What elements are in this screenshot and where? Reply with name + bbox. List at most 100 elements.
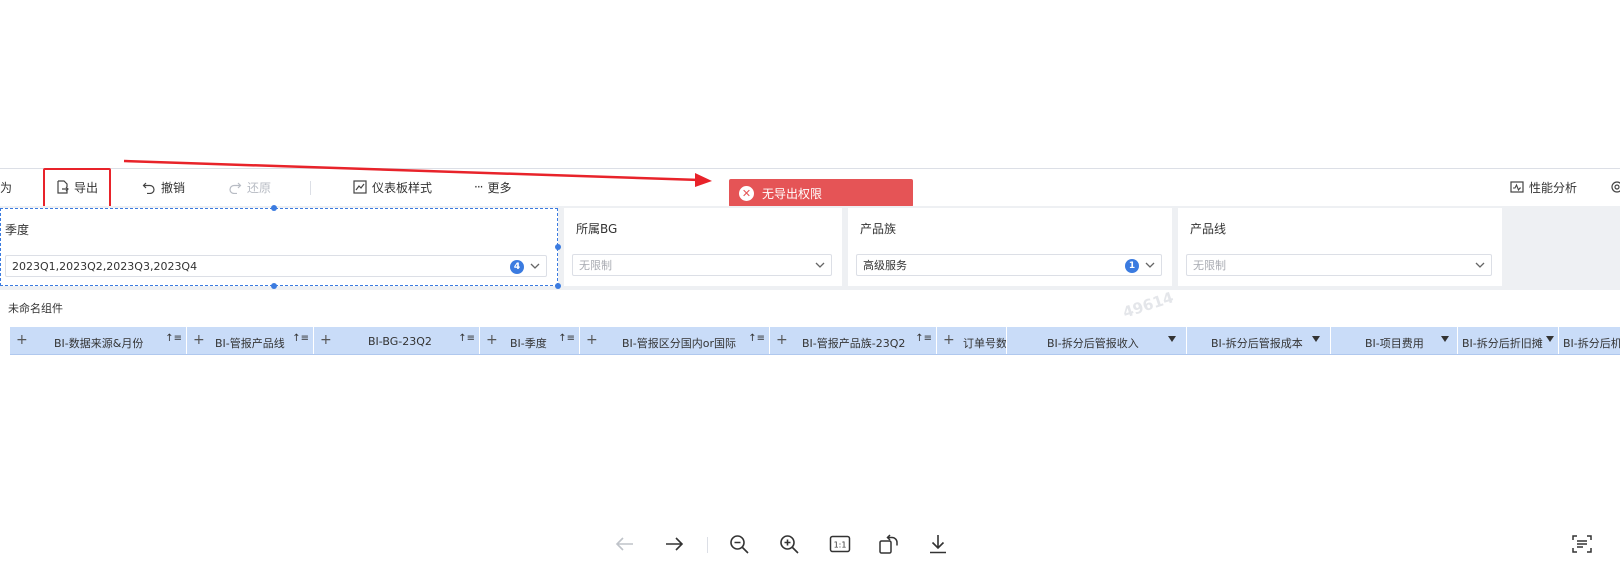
- sort-icon[interactable]: ↑≡: [915, 333, 932, 344]
- undo-label: 撤销: [161, 180, 186, 195]
- redo-button[interactable]: 还原: [228, 177, 271, 197]
- filter-title: 所属BG: [576, 222, 618, 236]
- column-label: BI-拆分后机房: [1563, 337, 1620, 350]
- component-title: 未命名组件: [8, 302, 63, 315]
- zoom-out-button[interactable]: [727, 532, 751, 556]
- column-header[interactable]: BI-拆分后管报成本: [1187, 327, 1331, 354]
- product-family-select[interactable]: 高级服务 1: [856, 254, 1162, 276]
- zoom-in-button[interactable]: [777, 532, 801, 556]
- sort-icon[interactable]: ↑≡: [292, 333, 309, 344]
- chevron-down-icon: [530, 263, 540, 269]
- column-label: BI-季度: [510, 337, 547, 350]
- dropdown-caret-icon[interactable]: [1441, 336, 1449, 342]
- expand-plus-icon[interactable]: +: [16, 333, 28, 347]
- dashboard-style-label: 仪表板样式: [372, 180, 433, 195]
- dropdown-caret-icon[interactable]: [1312, 336, 1320, 342]
- column-header[interactable]: BI-拆分后折旧摊: [1458, 327, 1559, 354]
- redo-icon: [229, 182, 242, 194]
- sort-icon[interactable]: ↑≡: [165, 333, 182, 344]
- undo-button[interactable]: 撤销: [142, 177, 185, 197]
- column-label: BI-拆分后折旧摊: [1462, 337, 1543, 350]
- export-highlight-box: [43, 168, 111, 209]
- previous-button[interactable]: [613, 532, 637, 556]
- expand-plus-icon[interactable]: +: [193, 333, 205, 347]
- column-header[interactable]: + BI-管报区分国内or国际 ↑≡: [580, 327, 770, 354]
- toolbar-divider: [310, 181, 311, 195]
- column-header[interactable]: + BI-BG-23Q2 ↑≡: [314, 327, 480, 354]
- performance-icon: [1510, 181, 1524, 193]
- column-header[interactable]: + BI-管报产品族-23Q2 ↑≡: [770, 327, 937, 354]
- settings-icon: [1611, 181, 1620, 193]
- rotate-button[interactable]: [877, 532, 901, 556]
- column-label: BI-拆分后管报收入: [1047, 337, 1139, 350]
- ocr-icon: [1572, 535, 1592, 553]
- filter-title: 季度: [5, 223, 30, 237]
- column-label: BI-数据来源&月份: [54, 337, 144, 350]
- next-button[interactable]: [662, 532, 686, 556]
- arrow-left-icon: [615, 537, 633, 551]
- column-header[interactable]: + BI-季度 ↑≡: [480, 327, 580, 354]
- select-value: 无限制: [1193, 259, 1226, 272]
- column-header[interactable]: + BI-数据来源&月份 ↑≡: [10, 327, 187, 354]
- expand-plus-icon[interactable]: +: [776, 333, 788, 347]
- download-button[interactable]: [926, 532, 950, 556]
- filter-title: 产品族: [860, 222, 897, 236]
- filter-card-product-family[interactable]: 产品族 高级服务 1: [848, 208, 1172, 286]
- watermark-text: 49614: [1120, 288, 1176, 322]
- filter-card-bg[interactable]: 所属BG 无限制: [564, 208, 842, 286]
- column-header[interactable]: BI-项目费用: [1331, 327, 1458, 354]
- column-header[interactable]: BI-拆分后管报收入: [1007, 327, 1187, 354]
- column-header[interactable]: + 订单号数: [937, 327, 1007, 354]
- settings-button[interactable]: [1610, 177, 1620, 197]
- column-label: 订单号数: [963, 337, 1007, 350]
- sort-icon[interactable]: ↑≡: [458, 333, 475, 344]
- product-line-select[interactable]: 无限制: [1186, 254, 1492, 276]
- toolbar-item-partial[interactable]: 为: [0, 177, 12, 197]
- bg-select[interactable]: 无限制: [572, 254, 832, 276]
- column-label: BI-项目费用: [1365, 337, 1424, 350]
- rotate-icon: [879, 534, 898, 554]
- ocr-button[interactable]: [1570, 532, 1594, 556]
- more-button[interactable]: ··· 更多: [474, 177, 511, 197]
- resize-handle[interactable]: [555, 244, 561, 250]
- column-header[interactable]: + BI-管报产品线 ↑≡: [187, 327, 314, 354]
- select-value: 无限制: [579, 259, 612, 272]
- dashboard-style-button[interactable]: 仪表板样式: [353, 177, 432, 197]
- dropdown-caret-icon[interactable]: [1546, 336, 1554, 342]
- expand-plus-icon[interactable]: +: [320, 333, 332, 347]
- expand-plus-icon[interactable]: +: [943, 333, 955, 347]
- undo-icon: [142, 182, 155, 194]
- actual-size-button[interactable]: 1:1: [828, 532, 852, 556]
- column-header[interactable]: BI-拆分后机房: [1559, 327, 1620, 354]
- style-icon: [353, 180, 367, 194]
- performance-analysis-button[interactable]: 性能分析: [1510, 177, 1577, 197]
- filter-card-quarter[interactable]: 季度 2023Q1,2023Q2,2023Q3,2023Q4 4: [0, 208, 558, 286]
- arrow-right-icon: [666, 537, 684, 551]
- more-label: 更多: [487, 180, 512, 195]
- table-header-row: + BI-数据来源&月份 ↑≡ + BI-管报产品线 ↑≡ + BI-BG-23…: [10, 327, 1620, 355]
- expand-plus-icon[interactable]: +: [486, 333, 498, 347]
- redo-label: 还原: [247, 180, 272, 195]
- sort-icon[interactable]: ↑≡: [558, 333, 575, 344]
- dropdown-caret-icon[interactable]: [1168, 336, 1176, 342]
- chevron-down-icon: [1145, 262, 1155, 268]
- selection-count-badge: 1: [1125, 259, 1139, 273]
- resize-handle[interactable]: [271, 283, 277, 289]
- select-value: 高级服务: [863, 259, 907, 272]
- zoom-in-icon: [780, 535, 799, 554]
- performance-label: 性能分析: [1529, 180, 1578, 195]
- viewer-divider: [707, 537, 708, 553]
- resize-handle[interactable]: [555, 283, 561, 289]
- sort-icon[interactable]: ↑≡: [748, 333, 765, 344]
- toast-message: 无导出权限: [762, 186, 823, 201]
- column-label: BI-管报区分国内or国际: [622, 337, 737, 350]
- svg-text:1:1: 1:1: [834, 541, 847, 550]
- filter-card-product-line[interactable]: 产品线 无限制: [1178, 208, 1502, 286]
- quarter-select[interactable]: 2023Q1,2023Q2,2023Q3,2023Q4 4: [5, 255, 547, 277]
- chevron-down-icon: [1475, 262, 1485, 268]
- chevron-down-icon: [815, 262, 825, 268]
- resize-handle[interactable]: [271, 205, 277, 211]
- expand-plus-icon[interactable]: +: [586, 333, 598, 347]
- actual-size-icon: 1:1: [829, 535, 851, 553]
- zoom-out-icon: [730, 535, 749, 554]
